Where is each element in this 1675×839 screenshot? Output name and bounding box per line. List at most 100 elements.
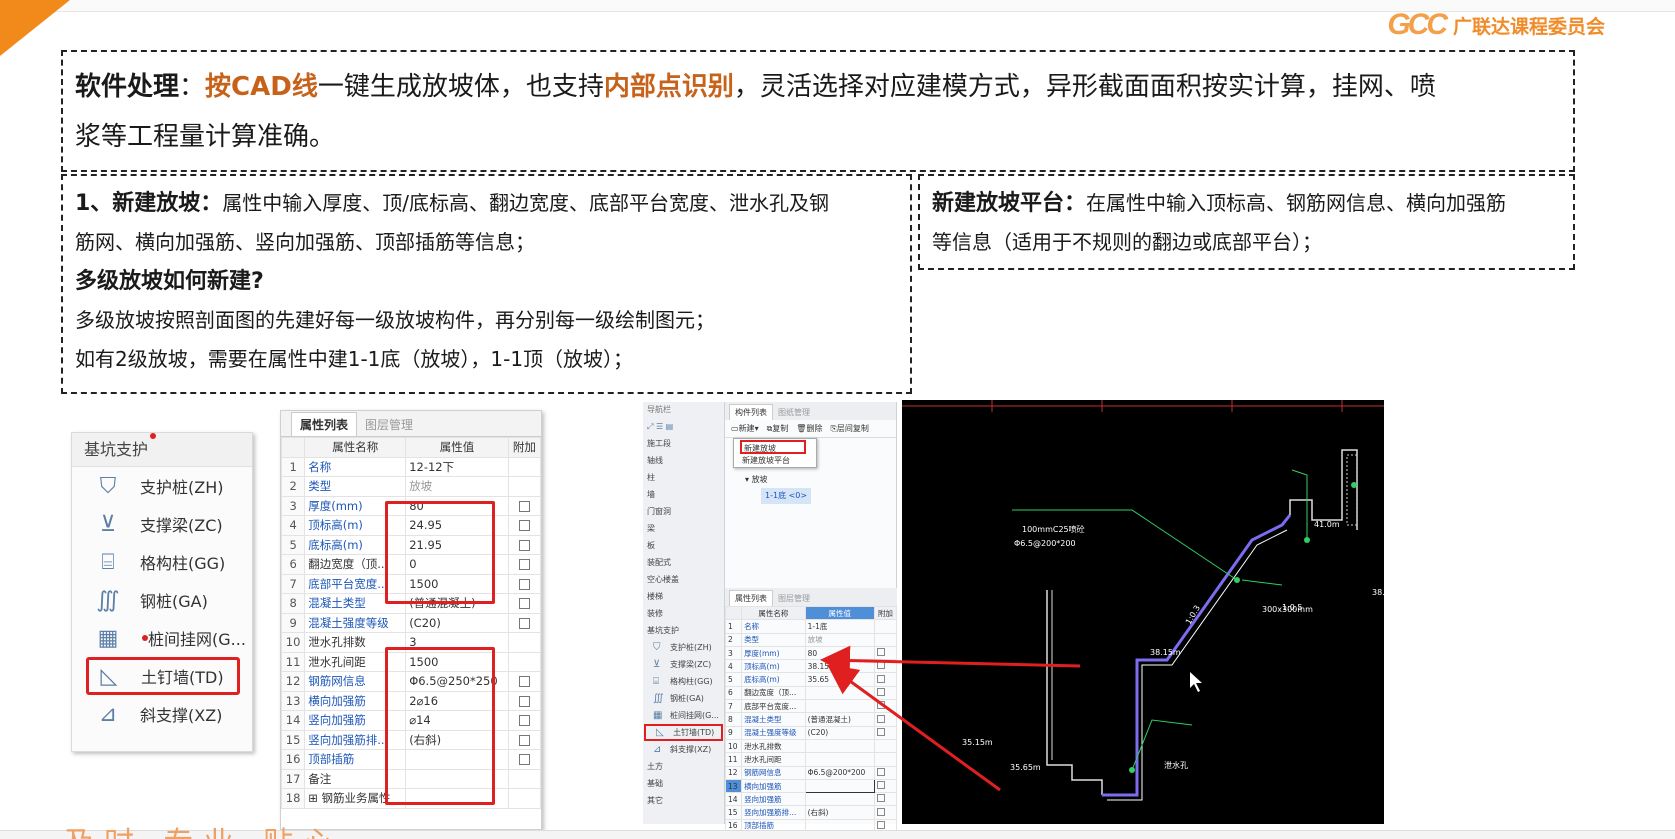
- property-value[interactable]: [804, 752, 875, 767]
- tab-properties[interactable]: 属性列表: [291, 412, 358, 436]
- extra-checkbox[interactable]: [876, 661, 885, 670]
- property-value[interactable]: [804, 685, 875, 701]
- extra-checkbox[interactable]: [518, 598, 530, 610]
- property-value[interactable]: 放坡: [804, 632, 875, 647]
- extra-checkbox[interactable]: [876, 767, 885, 776]
- property-value[interactable]: 80: [804, 645, 875, 661]
- extra-checkbox[interactable]: [876, 714, 885, 723]
- table-row[interactable]: 14 竖向加强筋: [724, 792, 898, 807]
- nav-sub-item-6[interactable]: ⊿ 斜支撑(XZ): [643, 741, 724, 758]
- copy-button[interactable]: ⧉复制: [767, 423, 789, 434]
- extra-checkbox[interactable]: [518, 754, 530, 766]
- table-row[interactable]: 15 竖向加强筋排... (右斜): [724, 805, 898, 820]
- toolbar-item-4[interactable]: ▦ 桩间挂网(G...: [72, 619, 252, 657]
- menu-new-slope[interactable]: 新建放坡: [740, 440, 806, 454]
- property-value[interactable]: (C20): [804, 725, 875, 740]
- table-row[interactable]: 1 名称 12-12下: [280, 456, 542, 477]
- nav-sub-item-0[interactable]: ⛉ 支护桩(ZH): [643, 639, 724, 656]
- property-value[interactable]: 放坡: [405, 476, 509, 497]
- property-value[interactable]: [804, 738, 875, 754]
- tab-drawing-manage[interactable]: 图纸管理: [773, 405, 815, 420]
- nav-item-7[interactable]: 装配式: [643, 554, 724, 571]
- property-value[interactable]: 38.15: [804, 659, 875, 674]
- nav-tail-item-2[interactable]: 其它: [643, 792, 724, 809]
- extra-checkbox[interactable]: [876, 727, 885, 736]
- nav-tail-item-1[interactable]: 基础: [643, 775, 724, 792]
- nav-sub-item-3[interactable]: ∭ 钢桩(GA): [643, 690, 724, 707]
- nav-item-0[interactable]: 施工段: [643, 435, 724, 452]
- nav-item-4[interactable]: 门窗洞: [643, 503, 724, 520]
- extra-checkbox[interactable]: [876, 807, 885, 816]
- property-value[interactable]: Φ6.5@200*200: [804, 765, 875, 780]
- property-value[interactable]: 35.65: [804, 672, 875, 687]
- nav-sub-item-4[interactable]: ▦ 桩间挂网(G...: [643, 707, 724, 724]
- table-row[interactable]: 3 厚度(mm) 80: [724, 645, 898, 661]
- extra-checkbox[interactable]: [518, 676, 530, 688]
- layer-copy-button[interactable]: ⎘层间复制: [830, 423, 868, 434]
- menu-new-slope-platform[interactable]: 新建放坡平台: [734, 454, 816, 468]
- nav-item-3[interactable]: 墙: [643, 486, 724, 503]
- property-value[interactable]: [804, 792, 875, 807]
- property-value[interactable]: (C20): [405, 612, 509, 633]
- tab-component-list[interactable]: 构件列表: [729, 404, 773, 420]
- table-row[interactable]: 5 底标高(m) 35.65: [724, 672, 898, 687]
- table-row[interactable]: 13 横向加强筋: [724, 778, 898, 794]
- extra-checkbox[interactable]: [876, 674, 885, 683]
- extra-checkbox[interactable]: [518, 559, 530, 571]
- table-row[interactable]: 2 类型 放坡: [724, 632, 898, 647]
- property-value[interactable]: (普通混凝土): [804, 712, 875, 727]
- extra-checkbox[interactable]: [518, 617, 530, 629]
- sw-tab-properties[interactable]: 属性列表: [729, 590, 773, 606]
- property-value[interactable]: 12-12下: [405, 456, 509, 477]
- extra-checkbox[interactable]: [876, 648, 885, 657]
- tree-node-slope[interactable]: ▾ 放坡: [745, 472, 811, 488]
- delete-button[interactable]: 🗑删除: [796, 423, 822, 434]
- property-value[interactable]: [804, 778, 875, 794]
- toolbar-item-0[interactable]: ⛉ 支护桩(ZH): [72, 467, 252, 505]
- extra-checkbox[interactable]: [876, 794, 885, 803]
- extra-checkbox[interactable]: [518, 539, 530, 551]
- table-row[interactable]: 11 泄水孔间距: [724, 752, 898, 767]
- nav-item-2[interactable]: 柱: [643, 469, 724, 486]
- extra-checkbox[interactable]: [876, 687, 885, 696]
- nav-item-8[interactable]: 空心楼盖: [643, 571, 724, 588]
- table-row[interactable]: 6 翻边宽度（顶...: [724, 685, 898, 701]
- property-value[interactable]: 1-1底: [804, 619, 875, 634]
- toolbar-item-2[interactable]: ⌸ 格构柱(GG): [72, 543, 252, 581]
- toolbar-item-1[interactable]: ⊻ 支撑梁(ZC): [72, 505, 252, 543]
- nav-tail-item-0[interactable]: 土方: [643, 758, 724, 775]
- extra-checkbox[interactable]: [518, 520, 530, 532]
- nav-item-5[interactable]: 梁: [643, 520, 724, 537]
- nav-sub-item-5[interactable]: ◺ 土钉墙(TD): [644, 724, 723, 741]
- extra-checkbox[interactable]: [518, 500, 530, 512]
- extra-checkbox[interactable]: [518, 734, 530, 746]
- nav-item-6[interactable]: 板: [643, 537, 724, 554]
- table-row[interactable]: 12 钢筋网信息 Φ6.5@200*200: [724, 765, 898, 780]
- extra-checkbox[interactable]: [518, 578, 530, 590]
- extra-checkbox[interactable]: [518, 715, 530, 727]
- property-value[interactable]: [804, 699, 875, 714]
- nav-item-11[interactable]: 基坑支护: [643, 622, 724, 639]
- nav-sub-item-1[interactable]: ⊻ 支撑梁(ZC): [643, 656, 724, 673]
- new-button[interactable]: ▭新建▾: [731, 423, 759, 434]
- table-row[interactable]: 8 混凝土类型 (普通混凝土): [724, 712, 898, 727]
- tab-layer-manage[interactable]: 图层管理: [357, 413, 421, 436]
- nav-item-9[interactable]: 楼梯: [643, 588, 724, 605]
- table-row[interactable]: 1 名称 1-1底: [724, 619, 898, 634]
- toolbar-item-5[interactable]: ◺ 土钉墙(TD): [86, 657, 240, 695]
- extra-checkbox[interactable]: [518, 695, 530, 707]
- table-row[interactable]: 9 混凝土强度等级 (C20): [724, 725, 898, 740]
- extra-checkbox[interactable]: [876, 701, 885, 710]
- cad-drawing-canvas[interactable]: 38.15m 35.65m 35.15m 1:0.3 1:0.5 100mmC2…: [902, 400, 1384, 824]
- extra-checkbox[interactable]: [876, 781, 885, 789]
- table-row[interactable]: 7 底部平台宽度...: [724, 699, 898, 714]
- extra-checkbox[interactable]: [876, 820, 885, 829]
- sw-tab-layers[interactable]: 图层管理: [773, 591, 815, 606]
- table-row[interactable]: 2 类型 放坡: [280, 476, 542, 497]
- toolbar-item-6[interactable]: ⊿ 斜支撑(XZ): [72, 695, 252, 733]
- toolbar-item-3[interactable]: ∭ 钢桩(GA): [72, 581, 252, 619]
- nav-item-10[interactable]: 装修: [643, 605, 724, 622]
- nav-sub-item-2[interactable]: ⌸ 格构柱(GG): [643, 673, 724, 690]
- table-row[interactable]: 4 顶标高(m) 38.15: [724, 659, 898, 674]
- table-row[interactable]: 10 泄水孔排数: [724, 738, 898, 754]
